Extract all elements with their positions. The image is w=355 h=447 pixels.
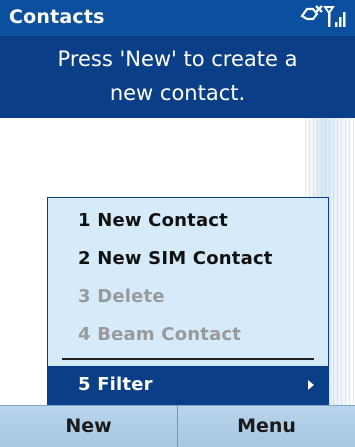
app-title: Contacts: [9, 6, 105, 28]
context-menu: 1 New Contact 2 New SIM Contact 3 Delete…: [47, 197, 329, 405]
menu-item-new-contact[interactable]: 1 New Contact: [48, 202, 328, 240]
empty-list-message: Press 'New' to create a new contact.: [0, 36, 355, 118]
submenu-arrow-icon: [308, 380, 314, 390]
menu-item-delete: 3 Delete: [78, 286, 165, 307]
new-softkey[interactable]: New: [0, 406, 178, 447]
menu-softkey[interactable]: Menu: [178, 406, 355, 447]
message-line-1: Press 'New' to create a: [57, 47, 298, 71]
softkey-bar: New Menu: [0, 405, 355, 447]
no-connection-icon: [300, 5, 323, 21]
menu-item-beam-contact: 4 Beam Contact: [78, 324, 242, 345]
status-icons: [300, 5, 346, 27]
signal-strength-icon: [323, 6, 346, 27]
menu-item-new-sim-contact[interactable]: 2 New SIM Contact: [48, 240, 328, 278]
message-line-2: new contact.: [109, 81, 246, 105]
menu-separator: [62, 358, 314, 360]
menu-item-filter-label: 5 Filter: [78, 374, 153, 395]
title-bar: Contacts: [0, 0, 355, 36]
menu-item-filter[interactable]: 5 Filter: [48, 366, 328, 404]
